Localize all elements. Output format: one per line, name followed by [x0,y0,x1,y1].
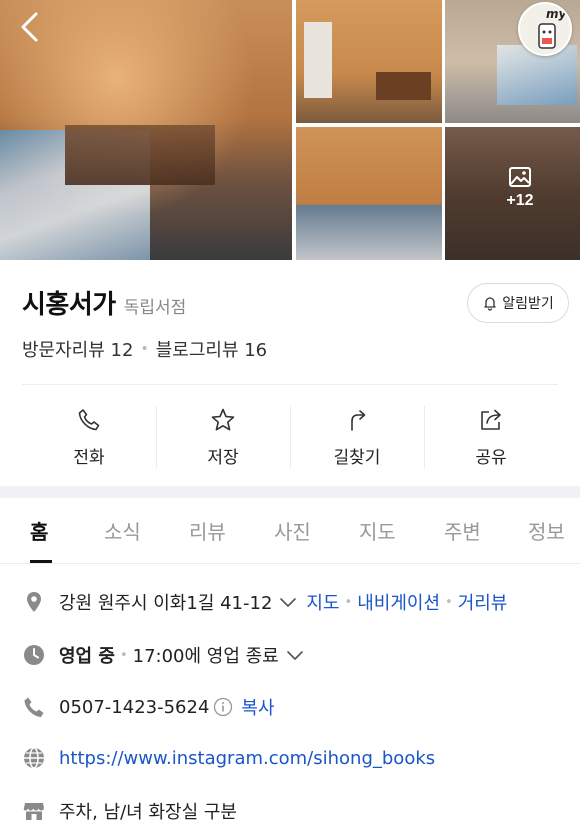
review-counts: 방문자리뷰 12 • 블로그리뷰 16 [22,336,267,362]
navigation-link[interactable]: 내비게이션 [357,589,440,615]
globe-icon [24,747,44,769]
amenities-text: 주차, 남/녀 화장실 구분 [59,802,237,823]
tab-home[interactable]: 홈 [30,516,48,545]
share-icon [481,409,501,430]
clock-icon [24,645,44,665]
bell-plus-icon [484,297,496,311]
character-icon [538,23,556,49]
street-view-link[interactable]: 거리뷰 [458,589,508,615]
section-divider [0,486,580,498]
directions-label: 길찾기 [333,447,381,468]
more-photos-button[interactable]: +12 [490,160,550,220]
share-button[interactable]: 공유 [424,396,558,478]
call-label: 전화 [73,447,105,468]
chevron-left-icon [21,12,38,42]
more-photos-count: +12 [506,192,534,209]
address-text: 강원 원주시 이화1길 41-12 [59,593,273,614]
save-button[interactable]: 저장 [156,396,290,478]
call-button[interactable]: 전화 [22,396,156,478]
back-button[interactable] [14,10,48,44]
separator-dot: • [140,341,149,357]
star-icon [211,408,235,431]
tab-photos[interactable]: 사진 [274,516,311,545]
place-category: 독립서점 [123,298,187,318]
store-icon [23,803,44,820]
separator-dot: • [445,594,453,610]
tab-bar: 홈 소식 리뷰 사진 지도 주변 정보 [0,498,580,564]
business-status: 영업 중 [59,646,115,667]
divider [22,384,558,385]
photo-gallery: my +12 [0,0,580,260]
notify-label: 알림받기 [502,296,554,312]
my-profile-button[interactable]: my [518,2,572,56]
website-link[interactable]: https://www.instagram.com/sihong_books [59,748,435,769]
directions-icon [351,409,366,431]
copy-phone-button[interactable]: 복사 [241,694,274,720]
phone-icon [78,408,100,430]
chevron-down-icon[interactable] [285,648,305,662]
separator-dot: • [119,647,128,663]
place-title-row: 시홍서가 독립서점 [22,284,186,321]
tab-news[interactable]: 소식 [104,516,141,545]
gallery-photo-3[interactable] [296,127,442,260]
website-row: https://www.instagram.com/sihong_books [22,746,435,770]
phone-number[interactable]: 0507-1423-5624 [59,697,209,718]
active-tab-indicator [30,560,52,563]
separator-dot: • [344,594,353,610]
image-icon [509,167,531,187]
save-label: 저장 [207,447,239,468]
tab-info[interactable]: 정보 [528,516,565,545]
amenities-row: 주차, 남/녀 화장실 구분 [22,798,237,824]
info-icon[interactable] [213,697,233,717]
hours-row[interactable]: 영업 중 • 17:00에 영업 종료 [22,642,305,668]
business-hours: 17:00에 영업 종료 [132,646,279,667]
my-badge-text: my [546,7,567,21]
share-label: 공유 [475,447,507,468]
gallery-photo-1[interactable] [296,0,442,123]
phone-icon [24,697,44,717]
map-link[interactable]: 지도 [306,589,339,615]
action-bar: 전화 저장 길찾기 공유 [22,396,558,478]
chevron-down-icon[interactable] [278,595,298,609]
directions-button[interactable]: 길찾기 [290,396,424,478]
place-name: 시홍서가 [22,290,116,320]
notify-button[interactable]: 알림받기 [467,283,569,323]
phone-row: 0507-1423-5624 복사 [22,694,275,720]
tab-map[interactable]: 지도 [359,516,396,545]
visitor-reviews-link[interactable]: 방문자리뷰 12 [22,336,133,362]
location-pin-icon [27,592,41,612]
tab-reviews[interactable]: 리뷰 [189,516,226,545]
tab-nearby[interactable]: 주변 [444,516,481,545]
address-row: 강원 원주시 이화1길 41-12 지도 • 내비게이션 • 거리뷰 [22,589,507,615]
blog-reviews-link[interactable]: 블로그리뷰 16 [156,336,267,362]
